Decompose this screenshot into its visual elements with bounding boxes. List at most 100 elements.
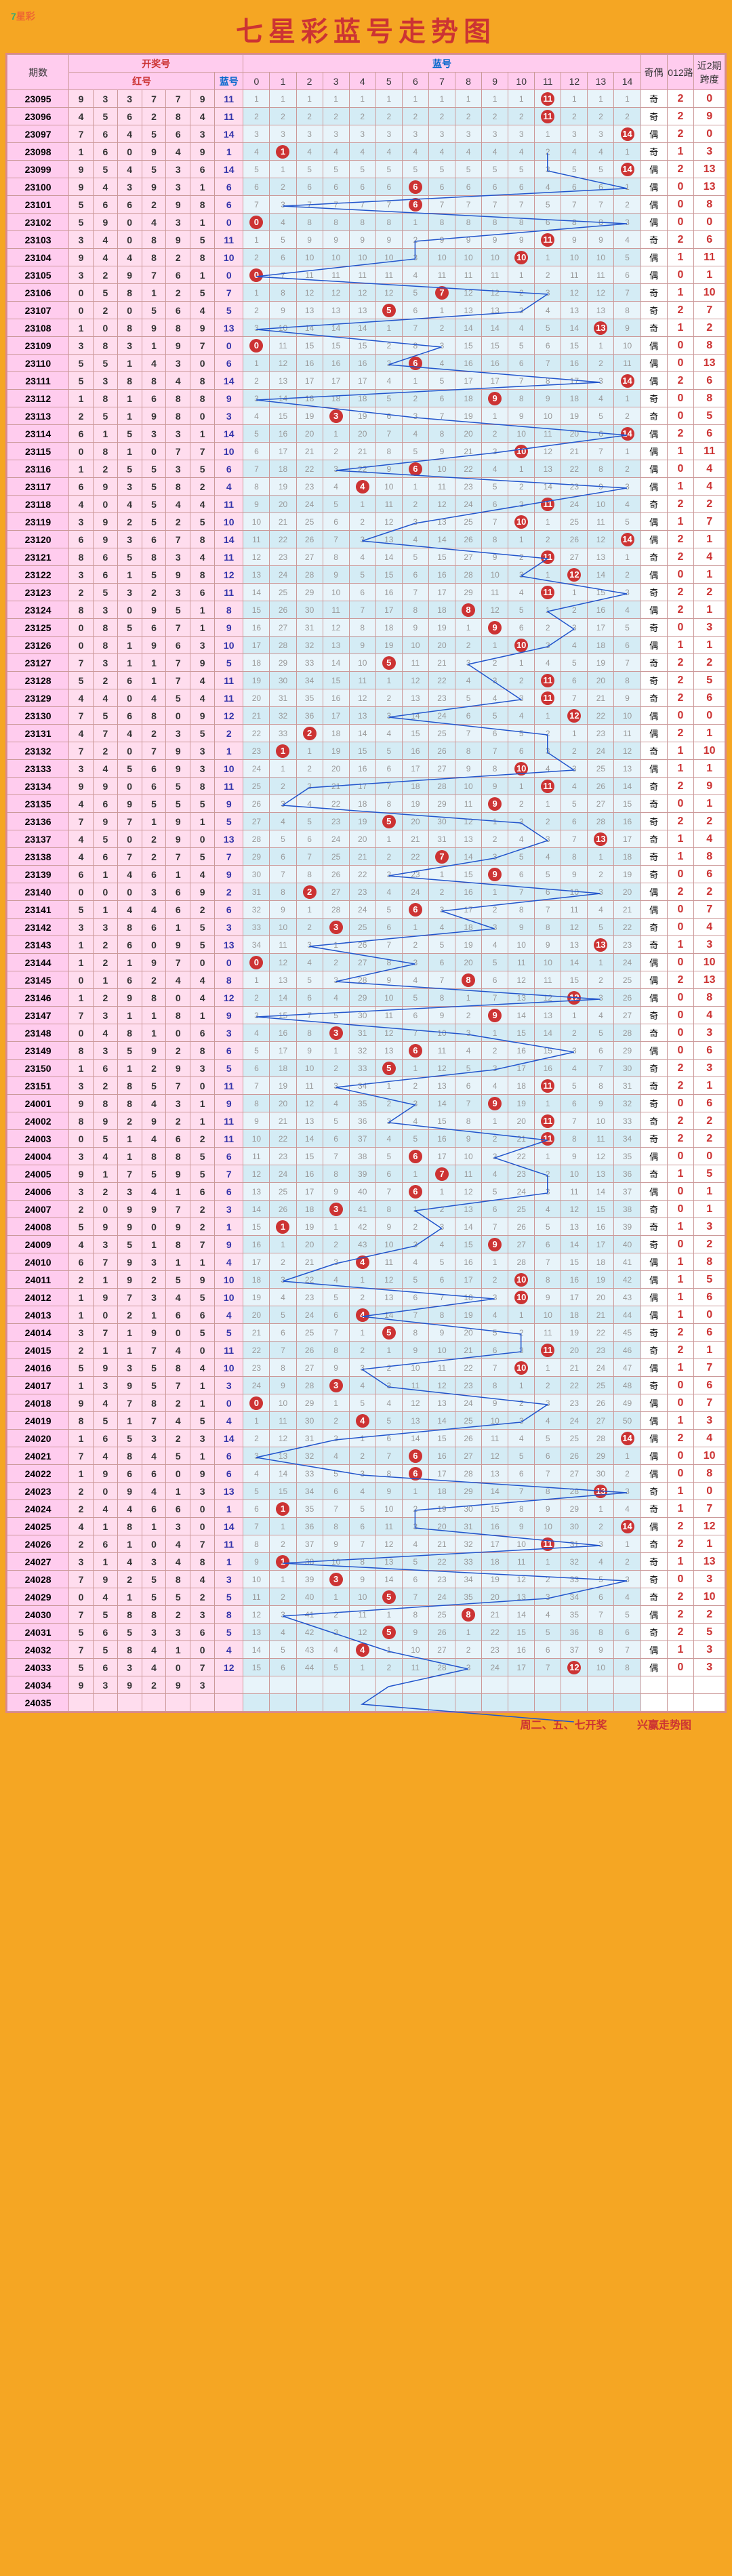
cell-trend-miss: 18 bbox=[588, 1253, 614, 1271]
cell-span: 13 bbox=[694, 1553, 725, 1571]
cell-issue: 23110 bbox=[7, 355, 69, 372]
cell-issue: 23097 bbox=[7, 125, 69, 143]
cell-trend-miss: 8 bbox=[508, 214, 535, 231]
cell-trend-miss: 13 bbox=[428, 513, 455, 531]
cell-trend-miss: 34 bbox=[296, 672, 323, 689]
cell-trend-miss: 1 bbox=[375, 1606, 402, 1624]
cell-trend-miss bbox=[270, 1676, 296, 1694]
cell-trend-miss: 13 bbox=[270, 372, 296, 390]
cell-span: 13 bbox=[694, 971, 725, 989]
cell-trend-miss: 4 bbox=[349, 1377, 375, 1394]
cell-red: 4 bbox=[142, 1641, 166, 1659]
cell-span: 2 bbox=[694, 1130, 725, 1148]
cell-trend-miss: 1 bbox=[614, 1447, 640, 1465]
cell-trend-miss: 3 bbox=[508, 689, 535, 707]
cell-red: 9 bbox=[117, 1218, 142, 1236]
cell-red: 9 bbox=[117, 1253, 142, 1271]
cell-red: 1 bbox=[166, 1253, 190, 1271]
cell-trend-miss: 4 bbox=[323, 1447, 349, 1465]
cell-qi: 偶 bbox=[640, 1518, 667, 1535]
cell-trend-hit: 10 bbox=[508, 443, 535, 460]
cell-red: 4 bbox=[117, 725, 142, 742]
table-row: 23127731179518293314105112132145197奇22 bbox=[7, 654, 725, 672]
cell-trend-miss: 5 bbox=[243, 425, 270, 443]
cell-red: 0 bbox=[69, 619, 94, 637]
cell-trend-miss: 2 bbox=[508, 478, 535, 496]
cell-trend-miss: 1 bbox=[561, 584, 588, 601]
cell-trend-miss: 1 bbox=[614, 443, 640, 460]
cell-trend-miss bbox=[614, 1694, 640, 1712]
cell-trend-miss: 13 bbox=[296, 302, 323, 319]
cell-issue: 23121 bbox=[7, 548, 69, 566]
cell-red: 7 bbox=[166, 672, 190, 689]
cell-trend-hit: 11 bbox=[535, 90, 561, 108]
cell-trend-miss: 2 bbox=[402, 108, 428, 125]
cell-trend-miss: 16 bbox=[455, 355, 482, 372]
cell-trend-miss: 12 bbox=[375, 1535, 402, 1553]
cell-trend-miss: 10 bbox=[588, 496, 614, 513]
cell-trend-miss: 3 bbox=[296, 778, 323, 795]
table-row: 240043418856112315738561710322191235偶00 bbox=[7, 1148, 725, 1165]
cell-trend-miss: 6 bbox=[482, 971, 508, 989]
cell-012: 0 bbox=[667, 901, 694, 919]
cell-trend-miss: 8 bbox=[243, 1535, 270, 1553]
cell-trend-miss: 10 bbox=[349, 654, 375, 672]
cell-trend-miss: 2 bbox=[428, 108, 455, 125]
cell-trend-miss: 10 bbox=[561, 883, 588, 901]
cell-red: 1 bbox=[117, 1324, 142, 1342]
cell-trend-hit: 9 bbox=[482, 1236, 508, 1253]
cell-span: 13 bbox=[694, 178, 725, 196]
cell-red: 1 bbox=[190, 1253, 215, 1271]
cell-trend-miss: 2 bbox=[296, 760, 323, 778]
cell-trend-miss: 4 bbox=[402, 971, 428, 989]
cell-trend-miss: 16 bbox=[588, 601, 614, 619]
cell-red: 1 bbox=[166, 1483, 190, 1500]
cell-trend-miss: 6 bbox=[428, 178, 455, 196]
cell-qi: 奇 bbox=[640, 1377, 667, 1394]
cell-trend-miss: 28 bbox=[243, 830, 270, 848]
cell-red: 3 bbox=[166, 460, 190, 478]
cell-trend-miss: 10 bbox=[535, 407, 561, 425]
table-row: 2312508567191627311281891919623175奇03 bbox=[7, 619, 725, 637]
cell-red: 8 bbox=[117, 372, 142, 390]
cell-trend-miss: 5 bbox=[535, 319, 561, 337]
cell-red: 7 bbox=[69, 1606, 94, 1624]
cell-trend-miss: 1 bbox=[428, 866, 455, 883]
cell-trend-miss: 1 bbox=[508, 654, 535, 672]
cell-trend-miss: 14 bbox=[243, 584, 270, 601]
cell-red: 3 bbox=[117, 1659, 142, 1676]
cell-red: 2 bbox=[93, 460, 117, 478]
cell-red: 8 bbox=[190, 778, 215, 795]
cell-trend-miss bbox=[296, 1676, 323, 1694]
cell-red: 4 bbox=[117, 1500, 142, 1518]
cell-trend-miss: 8 bbox=[349, 619, 375, 637]
cell-trend-miss: 3 bbox=[402, 407, 428, 425]
cell-red: 0 bbox=[166, 1324, 190, 1342]
cell-trend-miss: 4 bbox=[561, 143, 588, 161]
cell-red: 9 bbox=[142, 178, 166, 196]
cell-red: 0 bbox=[190, 407, 215, 425]
cell-trend-hit: 14 bbox=[614, 425, 640, 443]
cell-trend-hit: 9 bbox=[482, 795, 508, 813]
cell-issue: 23096 bbox=[7, 108, 69, 125]
cell-red: 9 bbox=[93, 478, 117, 496]
cell-trend-miss: 28 bbox=[296, 566, 323, 584]
cell-red: 5 bbox=[190, 1324, 215, 1342]
cell-span: 2 bbox=[694, 1112, 725, 1130]
cell-issue: 24014 bbox=[7, 1324, 69, 1342]
cell-trend-miss: 5 bbox=[508, 601, 535, 619]
cell-trend-miss: 3 bbox=[323, 1430, 349, 1447]
cell-span: 7 bbox=[694, 1394, 725, 1412]
cell-trend-miss bbox=[508, 1694, 535, 1712]
cell-trend-miss: 15 bbox=[482, 1500, 508, 1518]
cell-trend-miss: 4 bbox=[270, 214, 296, 231]
cell-trend-miss: 6 bbox=[535, 1447, 561, 1465]
cell-trend-miss: 24 bbox=[561, 496, 588, 513]
cell-trend-miss: 40 bbox=[349, 1183, 375, 1201]
cell-trend-miss: 13 bbox=[561, 302, 588, 319]
cell-issue: 24009 bbox=[7, 1236, 69, 1253]
cell-red: 9 bbox=[93, 531, 117, 548]
cell-blue: 9 bbox=[215, 619, 243, 637]
cell-trend-miss: 6 bbox=[614, 637, 640, 654]
cell-red: 9 bbox=[166, 760, 190, 778]
